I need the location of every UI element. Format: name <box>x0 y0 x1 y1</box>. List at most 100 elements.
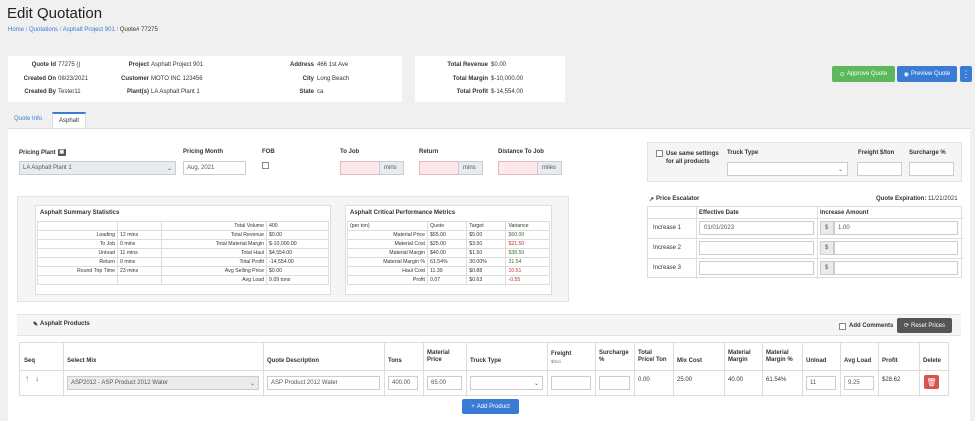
perf-variance: 10.51 <box>505 266 550 276</box>
stat-left-value <box>117 275 162 285</box>
increase-3-label: Increase 3 <box>653 265 682 271</box>
same-settings-checkbox[interactable] <box>656 150 663 157</box>
perf-metric: Profit <box>347 275 428 285</box>
eye-icon: ◉ <box>903 71 909 78</box>
perf-quote: 0.07 <box>426 275 468 285</box>
truck-type-label: Truck Type <box>727 150 759 156</box>
increase-1-currency: $ <box>820 221 834 235</box>
summary-statistics-card: Asphalt Summary Statistics Total Volume 4… <box>35 205 331 295</box>
distance-input[interactable] <box>498 161 538 175</box>
perf-quote: $40.00 <box>426 248 468 258</box>
performance-metrics-card: Asphalt Critical Performance Metrics (pe… <box>345 205 552 295</box>
perf-target: $0.88 <box>466 266 507 276</box>
stat-left-label <box>37 221 118 231</box>
mix-cost-value: 25.00 <box>677 377 693 383</box>
products-table: Seq Select Mix Quote Description Tons Ma… <box>19 342 950 397</box>
totals-card: Total Revenue $0.00 Total Margin $-10,00… <box>415 56 565 102</box>
quote-id-value: 77275 () <box>58 62 81 68</box>
perf-variance: -0.55 <box>505 275 550 285</box>
stat-left-value: 0 mins <box>117 257 162 267</box>
chevron-down-icon: ⌄ <box>249 380 255 387</box>
perf-target: $1.50 <box>466 248 507 258</box>
chart-line-icon: ↗ <box>649 197 655 203</box>
stat-right-label: Total Haul <box>161 248 267 258</box>
state-label: State <box>299 89 314 95</box>
breadcrumb-current: Quote# 77275 <box>119 27 158 33</box>
freight-input[interactable] <box>857 162 902 176</box>
breadcrumb-quotations[interactable]: Quotations <box>29 27 58 33</box>
perf-variance: $60.00 <box>505 230 550 240</box>
stat-left-label <box>37 275 118 285</box>
material-margin-value: 40.00 <box>728 377 744 383</box>
increase-2-label: Increase 2 <box>653 245 682 251</box>
increase-3-date-input[interactable] <box>699 261 814 275</box>
select-mix-dropdown[interactable]: ASP2012 - ASP Product 2012 Water ⌄ <box>67 376 259 390</box>
add-product-button[interactable]: + Add Product <box>462 399 519 414</box>
tab-quote-info[interactable]: Quote Info <box>8 112 48 128</box>
perf-quote: 61.54% <box>426 257 468 267</box>
tons-input[interactable]: 400.00 <box>388 376 418 390</box>
breadcrumb-project[interactable]: Asphalt Project 901 <box>63 27 115 33</box>
increase-1-date-input[interactable]: 01/01/2023 <box>699 221 814 235</box>
fob-checkbox[interactable] <box>262 162 269 169</box>
increase-1-label: Increase 1 <box>653 225 682 231</box>
quote-description-input[interactable]: ASP Product 2012 Water <box>267 376 380 390</box>
perf-quote: $65.00 <box>426 230 468 240</box>
material-price-input[interactable]: 65.00 <box>427 376 462 390</box>
customer-value: MOTO INC 123456 <box>151 76 203 82</box>
plants-label: Plant(s) <box>126 89 149 95</box>
col-delete: Delete <box>923 358 942 364</box>
perf-metric: Material Margin <box>347 248 428 258</box>
stat-left-value <box>117 221 162 231</box>
increase-3-amount-input[interactable] <box>834 261 958 275</box>
perf-col-quote: Quote <box>426 221 468 231</box>
pricing-month-input[interactable]: Aug, 2021 <box>183 161 246 175</box>
more-options-button[interactable]: ⋮ <box>960 66 972 82</box>
increase-1-amount-input[interactable]: 1.00 <box>834 221 958 235</box>
truck-type-row-select[interactable]: ⌄ <box>470 376 543 390</box>
pricing-plant-select[interactable]: LA Asphalt Plant 1 ⌄ <box>19 161 176 175</box>
perf-metric: Material Price <box>347 230 428 240</box>
breadcrumb-home[interactable]: Home <box>8 27 24 33</box>
stat-right-value: 400 <box>266 221 329 231</box>
delete-row-button[interactable]: 🗑 <box>924 375 939 389</box>
created-by-value: Tester11 <box>58 89 81 95</box>
surcharge-label: Surcharge % <box>909 150 946 156</box>
to-job-input[interactable] <box>340 161 380 175</box>
stat-left-label: Round Trip Time <box>37 266 118 276</box>
increase-amount-header: Increase Amount <box>820 210 869 216</box>
return-label: Return <box>419 149 439 155</box>
freight-row-input[interactable] <box>551 376 591 390</box>
truck-type-select[interactable]: ⌄ <box>727 162 848 176</box>
pencil-icon: ✎ <box>33 322 39 328</box>
col-quote-description: Quote Description <box>267 358 320 364</box>
avg-load-input[interactable]: 9.25 <box>844 376 874 390</box>
move-down-icon[interactable]: ↓ <box>35 374 39 383</box>
quote-id-label: Quote Id <box>31 62 56 68</box>
stat-left-label: To Job <box>37 239 118 249</box>
move-up-icon[interactable]: ↑ <box>25 374 29 383</box>
refresh-icon: ⟳ <box>903 323 909 329</box>
add-comments-checkbox[interactable] <box>839 323 846 330</box>
col-mix-cost: Mix Cost <box>677 358 703 364</box>
perf-target: $0.63 <box>466 275 507 285</box>
plus-icon: + <box>471 403 475 410</box>
tab-asphalt[interactable]: Asphalt <box>52 112 87 128</box>
stat-left-value: 0 mins <box>117 239 162 249</box>
stat-right-value: -14,554.00 <box>266 257 329 267</box>
unload-input[interactable]: 11 <box>806 376 836 390</box>
reset-prices-button[interactable]: ⟳ Reset Prices <box>897 318 952 333</box>
to-job-label: To Job <box>340 149 360 155</box>
return-unit: mins <box>458 161 483 175</box>
surcharge-row-input[interactable] <box>599 376 630 390</box>
perf-variance: 31.54 <box>505 257 550 267</box>
preview-quote-button[interactable]: ◉ Preview Quote <box>897 66 957 82</box>
surcharge-input[interactable] <box>909 162 954 176</box>
return-input[interactable] <box>419 161 459 175</box>
col-seq: Seq <box>24 358 36 364</box>
increase-2-amount-input[interactable] <box>834 241 958 255</box>
increase-2-date-input[interactable] <box>699 241 814 255</box>
approve-quote-button[interactable]: ⊙ Approve Quote <box>832 66 895 82</box>
col-freight: Freight <box>551 351 572 357</box>
project-label: Project <box>128 62 149 68</box>
